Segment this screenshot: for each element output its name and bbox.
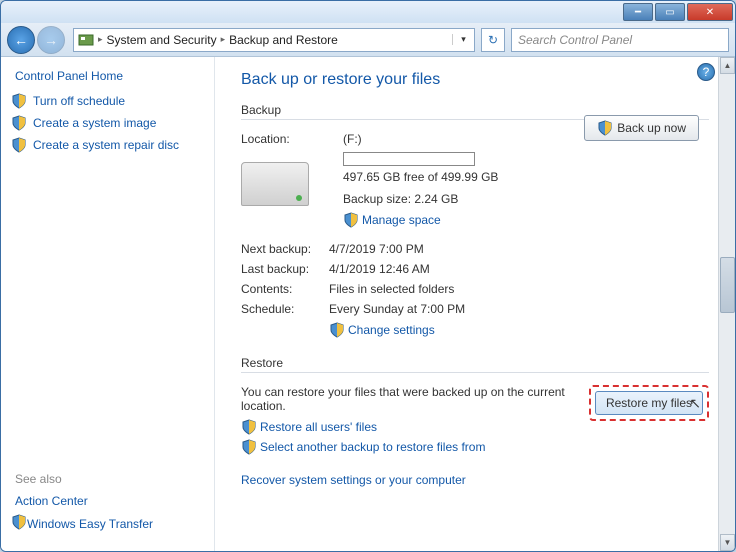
button-label: Back up now: [617, 121, 686, 135]
shield-icon: [241, 419, 257, 435]
backup-size-text: Backup size: 2.24 GB: [343, 192, 709, 206]
sidebar-item-turn-off-schedule[interactable]: Turn off schedule: [11, 93, 204, 109]
forward-button[interactable]: →: [37, 26, 65, 54]
disk-column: [241, 132, 343, 228]
contents-label: Contents:: [241, 282, 329, 296]
backup-details: Location: (F:) 497.65 GB free of 499.99 …: [241, 132, 709, 228]
shield-icon: [11, 514, 27, 533]
scrollbar[interactable]: ▲ ▼: [718, 57, 735, 551]
navigation-bar: ← → ▸ System and Security ▸ Backup and R…: [1, 23, 735, 57]
control-panel-window: ━ ▭ ✕ ← → ▸ System and Security ▸ Backup…: [0, 0, 736, 552]
sidebar: Control Panel Home Turn off schedule Cre…: [1, 57, 215, 551]
breadcrumb-backup-restore[interactable]: Backup and Restore: [225, 33, 342, 47]
restore-description: You can restore your files that were bac…: [241, 385, 573, 413]
close-button[interactable]: ✕: [687, 3, 733, 21]
shield-icon: [343, 212, 359, 228]
restore-my-files-button[interactable]: Restore my files: [595, 391, 703, 415]
shield-icon: [241, 439, 257, 455]
shield-icon: [597, 120, 613, 136]
maximize-button[interactable]: ▭: [655, 3, 685, 21]
search-input[interactable]: Search Control Panel: [511, 28, 729, 52]
shield-icon: [11, 115, 27, 131]
restore-all-users-link[interactable]: Restore all users' files: [241, 419, 573, 435]
back-button[interactable]: ←: [7, 26, 35, 54]
link-label: Manage space: [362, 213, 441, 227]
page-title: Back up or restore your files: [241, 71, 709, 89]
info-column: Location: (F:) 497.65 GB free of 499.99 …: [343, 132, 709, 228]
minimize-button[interactable]: ━: [623, 3, 653, 21]
windows-easy-transfer-link[interactable]: Windows Easy Transfer: [11, 514, 204, 533]
location-label: Location:: [241, 132, 343, 146]
control-panel-icon: [78, 32, 94, 48]
last-backup-label: Last backup:: [241, 262, 329, 276]
schedule-value: Every Sunday at 7:00 PM: [329, 302, 465, 316]
sidebar-item-label: Turn off schedule: [33, 94, 125, 108]
shield-icon: [11, 137, 27, 153]
restore-section: Restore You can restore your files that …: [241, 356, 709, 487]
backup-now-button[interactable]: Back up now: [584, 115, 699, 141]
sidebar-item-label: Create a system image: [33, 116, 156, 130]
see-also-heading: See also: [15, 472, 204, 486]
shield-icon: [329, 322, 345, 338]
change-settings-link[interactable]: Change settings: [329, 322, 435, 338]
manage-space-link[interactable]: Manage space: [343, 212, 709, 228]
action-center-link[interactable]: Action Center: [15, 494, 204, 508]
shield-icon: [11, 93, 27, 109]
contents-value: Files in selected folders: [329, 282, 454, 296]
next-backup-value: 4/7/2019 7:00 PM: [329, 242, 424, 256]
schedule-label: Schedule:: [241, 302, 329, 316]
address-bar[interactable]: ▸ System and Security ▸ Backup and Resto…: [73, 28, 475, 52]
link-label: Restore all users' files: [260, 420, 377, 434]
restore-section-heading: Restore: [241, 356, 709, 373]
sidebar-item-label: Windows Easy Transfer: [27, 517, 153, 531]
disk-usage-bar: [343, 152, 475, 166]
recover-system-link[interactable]: Recover system settings or your computer: [241, 473, 709, 487]
content-area: Control Panel Home Turn off schedule Cre…: [1, 57, 735, 551]
scroll-up-button[interactable]: ▲: [720, 57, 735, 74]
breadcrumb-system-security[interactable]: System and Security: [103, 33, 221, 47]
link-label: Change settings: [348, 323, 435, 337]
disk-drive-icon: [241, 162, 309, 206]
main-panel: ? Back up or restore your files Backup B…: [215, 57, 735, 551]
next-backup-label: Next backup:: [241, 242, 329, 256]
free-space-text: 497.65 GB free of 499.99 GB: [343, 170, 709, 184]
restore-highlight-box: Restore my files ↖: [589, 385, 709, 421]
address-dropdown-icon[interactable]: ▾: [452, 34, 470, 45]
select-another-backup-link[interactable]: Select another backup to restore files f…: [241, 439, 573, 455]
control-panel-home-link[interactable]: Control Panel Home: [15, 69, 204, 83]
sidebar-item-create-repair-disc[interactable]: Create a system repair disc: [11, 137, 204, 153]
help-button[interactable]: ?: [697, 63, 715, 81]
refresh-button[interactable]: ↻: [481, 28, 505, 52]
link-label: Select another backup to restore files f…: [260, 440, 485, 454]
scroll-thumb[interactable]: [720, 257, 735, 313]
button-label: Restore my files: [606, 396, 692, 410]
location-value: (F:): [343, 132, 362, 146]
scroll-down-button[interactable]: ▼: [720, 534, 735, 551]
last-backup-value: 4/1/2019 12:46 AM: [329, 262, 430, 276]
titlebar: ━ ▭ ✕: [1, 1, 735, 23]
sidebar-item-create-system-image[interactable]: Create a system image: [11, 115, 204, 131]
sidebar-item-label: Create a system repair disc: [33, 138, 179, 152]
